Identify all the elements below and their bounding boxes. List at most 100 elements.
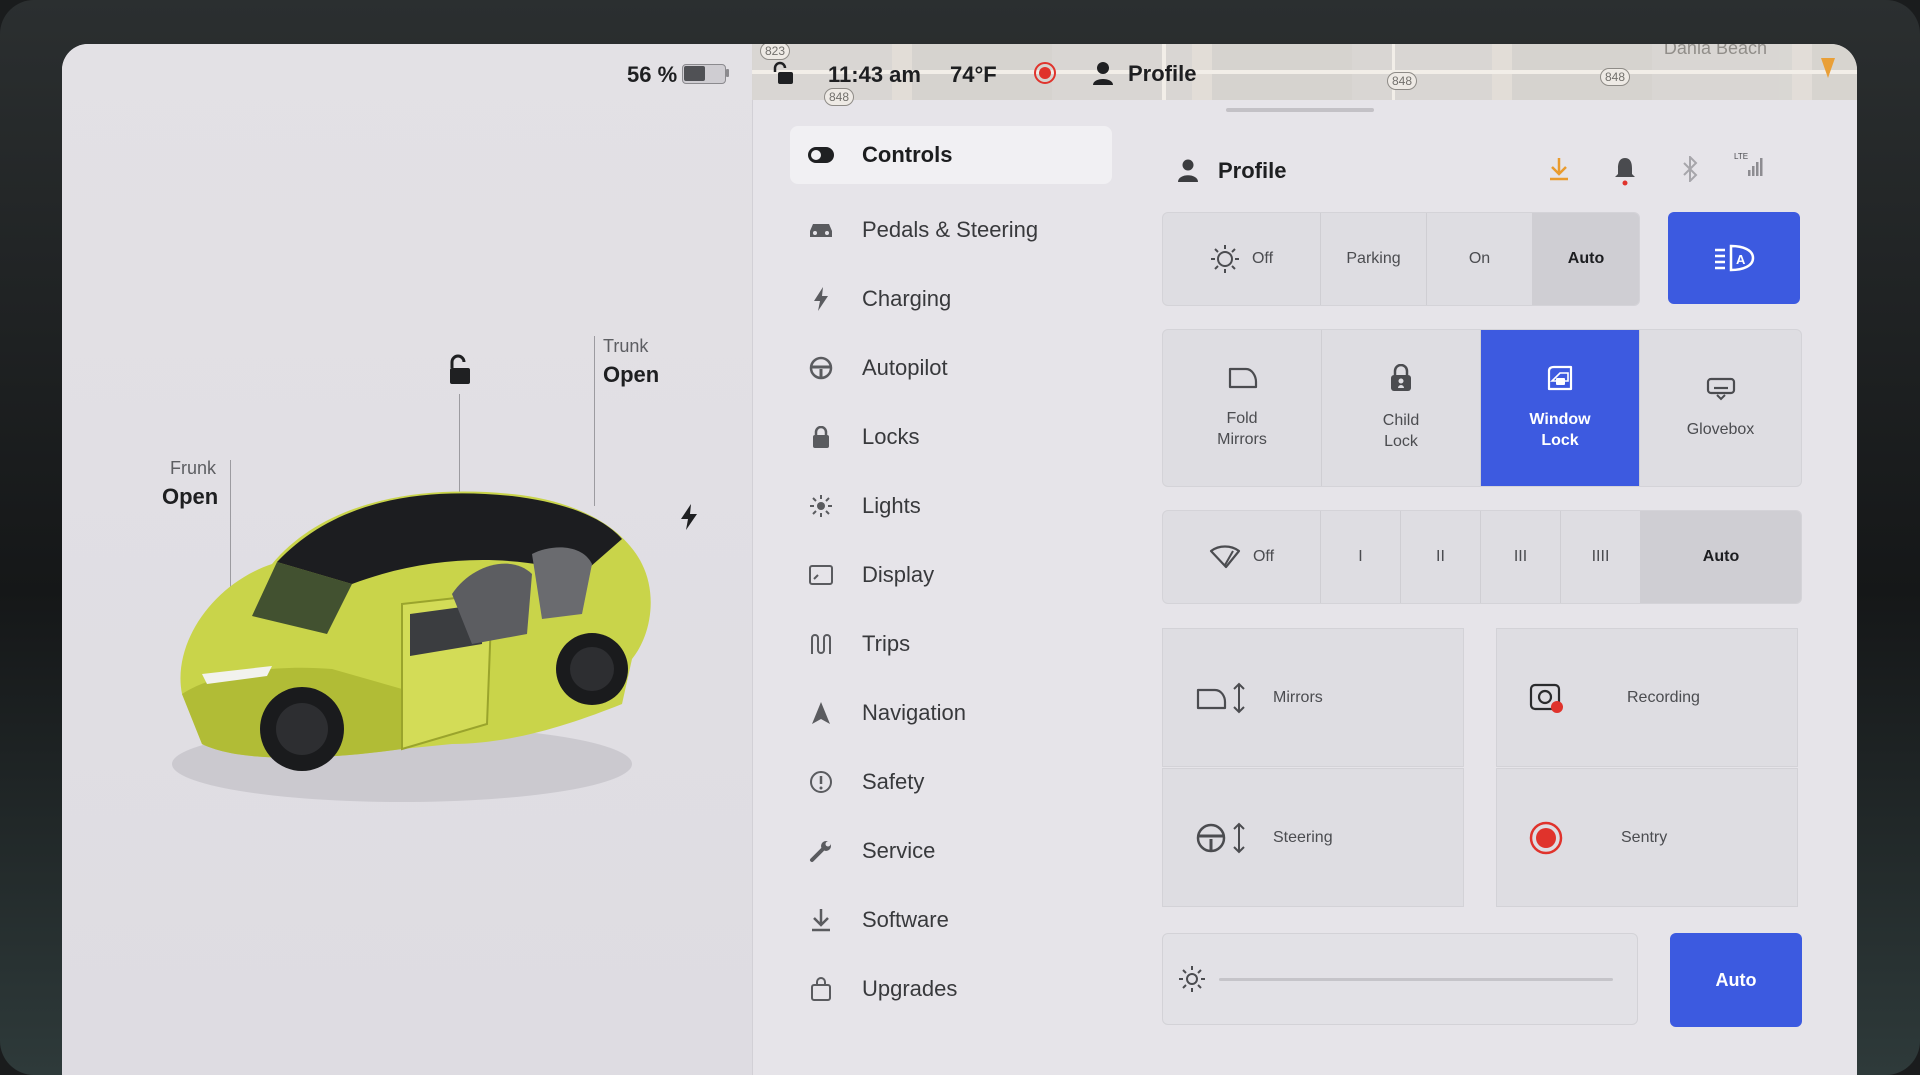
menu-item-navigation[interactable]: Navigation xyxy=(790,678,1112,747)
menu-item-autopilot[interactable]: Autopilot xyxy=(790,333,1112,402)
wipers-auto-option[interactable]: Auto xyxy=(1641,511,1801,603)
map-download-marker-icon xyxy=(1821,58,1835,78)
alert-circle-icon xyxy=(808,769,834,795)
headlights-off-option[interactable]: Off xyxy=(1163,213,1321,305)
tile-label-line1: Glovebox xyxy=(1686,420,1755,438)
unlocked-padlock-icon[interactable] xyxy=(442,354,476,391)
menu-item-pedals-steering[interactable]: Pedals & Steering xyxy=(790,195,1112,264)
mirror-icon xyxy=(1226,366,1258,396)
bell-icon[interactable] xyxy=(1614,156,1636,191)
mirrors-adjust-button[interactable]: Mirrors xyxy=(1162,628,1464,767)
menu-item-charging[interactable]: Charging xyxy=(790,264,1112,333)
tile-label-line2: Mirrors xyxy=(1217,431,1267,448)
car-icon xyxy=(808,217,834,243)
lte-label: LTE xyxy=(1734,152,1748,161)
menu-item-service[interactable]: Service xyxy=(790,816,1112,885)
window-lock-button[interactable]: Window Lock xyxy=(1481,330,1640,486)
brightness-sun-icon xyxy=(1177,964,1207,999)
tile-label-line1: Fold xyxy=(1226,410,1258,427)
menu-item-controls[interactable]: Controls xyxy=(790,126,1112,184)
brightness-auto-button[interactable]: Auto xyxy=(1670,933,1802,1027)
car-model-render xyxy=(152,444,712,829)
wrench-icon xyxy=(808,838,834,864)
window-lock-icon xyxy=(1546,365,1574,397)
dashcam-recording-icon[interactable] xyxy=(1034,62,1056,84)
menu-item-label: Trips xyxy=(862,630,911,656)
route-shield: 848 xyxy=(1600,68,1631,86)
wipers-off-option[interactable]: Off xyxy=(1163,511,1321,603)
lock-status-icon[interactable] xyxy=(772,61,798,92)
wipers-speed-1-option[interactable]: I xyxy=(1321,511,1401,603)
headlights-off-label: Off xyxy=(1251,250,1274,267)
person-icon xyxy=(1178,158,1198,187)
battery-percent: 56 % xyxy=(627,62,678,87)
svg-text:A: A xyxy=(1736,252,1746,267)
menu-item-label: Service xyxy=(862,837,936,863)
menu-item-lights[interactable]: Lights xyxy=(790,471,1112,540)
quick-controls-tiles: Fold Mirrors Child Lock Window Lock Glov… xyxy=(1162,329,1802,487)
glovebox-button[interactable]: Glovebox xyxy=(1640,330,1801,486)
trunk-title: Trunk xyxy=(603,336,649,356)
settings-menu: Controls Pedals & Steering Charging Auto… xyxy=(790,126,1112,1023)
trips-icon xyxy=(808,631,834,657)
glovebox-icon xyxy=(1706,377,1736,407)
child-lock-icon xyxy=(1389,363,1413,398)
mirror-adjust-icon xyxy=(1195,682,1251,714)
menu-item-label: Controls xyxy=(862,142,953,167)
outside-temperature: 74°F xyxy=(950,62,997,87)
tile-label-line2: Lock xyxy=(1541,432,1579,449)
menu-item-trips[interactable]: Trips xyxy=(790,609,1112,678)
status-profile-button[interactable]: Profile xyxy=(1128,61,1196,87)
profile-button[interactable]: Profile xyxy=(1218,158,1286,184)
battery-icon xyxy=(682,64,730,84)
sentry-icon xyxy=(1529,821,1585,855)
clock: 11:43 am xyxy=(828,62,921,87)
dashcam-recording-button[interactable]: Recording xyxy=(1496,628,1798,767)
headlights-auto-option[interactable]: Auto xyxy=(1533,213,1639,305)
sentry-mode-button[interactable]: Sentry xyxy=(1496,768,1798,907)
download-icon xyxy=(808,907,834,933)
camera-record-icon xyxy=(1529,682,1585,714)
trunk-open-button[interactable]: Open xyxy=(603,362,659,388)
display-brightness-slider[interactable] xyxy=(1162,933,1638,1025)
menu-item-label: Navigation xyxy=(862,699,966,725)
headlights-selector: Off Parking On Auto xyxy=(1162,212,1640,306)
person-icon xyxy=(1092,61,1114,90)
headlights-parking-option[interactable]: Parking xyxy=(1321,213,1427,305)
car-visualization-panel: 56 % Frunk Open Trunk Open xyxy=(62,44,753,1075)
panel-drag-handle[interactable] xyxy=(1226,108,1374,112)
mirrors-label: Mirrors xyxy=(1273,688,1323,706)
bolt-icon xyxy=(808,286,834,312)
shopping-bag-icon xyxy=(808,976,834,1002)
menu-item-label: Software xyxy=(862,906,949,932)
menu-item-upgrades[interactable]: Upgrades xyxy=(790,954,1112,1023)
auto-high-beam-icon: A xyxy=(1713,244,1755,272)
wipers-speed-2-option[interactable]: II xyxy=(1401,511,1481,603)
steering-adjust-icon xyxy=(1195,822,1251,854)
menu-item-software[interactable]: Software xyxy=(790,885,1112,954)
wipers-speed-3-option[interactable]: III xyxy=(1481,511,1561,603)
menu-item-safety[interactable]: Safety xyxy=(790,747,1112,816)
route-shield: 823 xyxy=(760,44,791,60)
menu-item-display[interactable]: Display xyxy=(790,540,1112,609)
child-lock-button[interactable]: Child Lock xyxy=(1322,330,1481,486)
headlights-on-option[interactable]: On xyxy=(1427,213,1533,305)
menu-item-label: Lights xyxy=(862,492,921,518)
sun-icon xyxy=(808,493,834,519)
wipers-off-label: Off xyxy=(1252,548,1275,565)
toggle-icon xyxy=(808,142,834,168)
tile-label-line2: Lock xyxy=(1384,433,1418,450)
brightness-track[interactable] xyxy=(1219,978,1613,981)
wipers-speed-4-option[interactable]: IIII xyxy=(1561,511,1641,603)
tile-label-line1: Window xyxy=(1529,411,1591,428)
fold-mirrors-button[interactable]: Fold Mirrors xyxy=(1163,330,1322,486)
lte-signal-icon: LTE xyxy=(1734,150,1764,185)
map-place-label: Dania Beach xyxy=(1663,44,1767,58)
auto-high-beam-button[interactable]: A xyxy=(1668,212,1800,304)
steering-adjust-button[interactable]: Steering xyxy=(1162,768,1464,907)
sentry-label: Sentry xyxy=(1621,828,1668,846)
bluetooth-icon[interactable] xyxy=(1682,154,1698,187)
download-icon[interactable] xyxy=(1548,156,1570,187)
menu-item-locks[interactable]: Locks xyxy=(790,402,1112,471)
wiper-icon xyxy=(1209,545,1241,569)
